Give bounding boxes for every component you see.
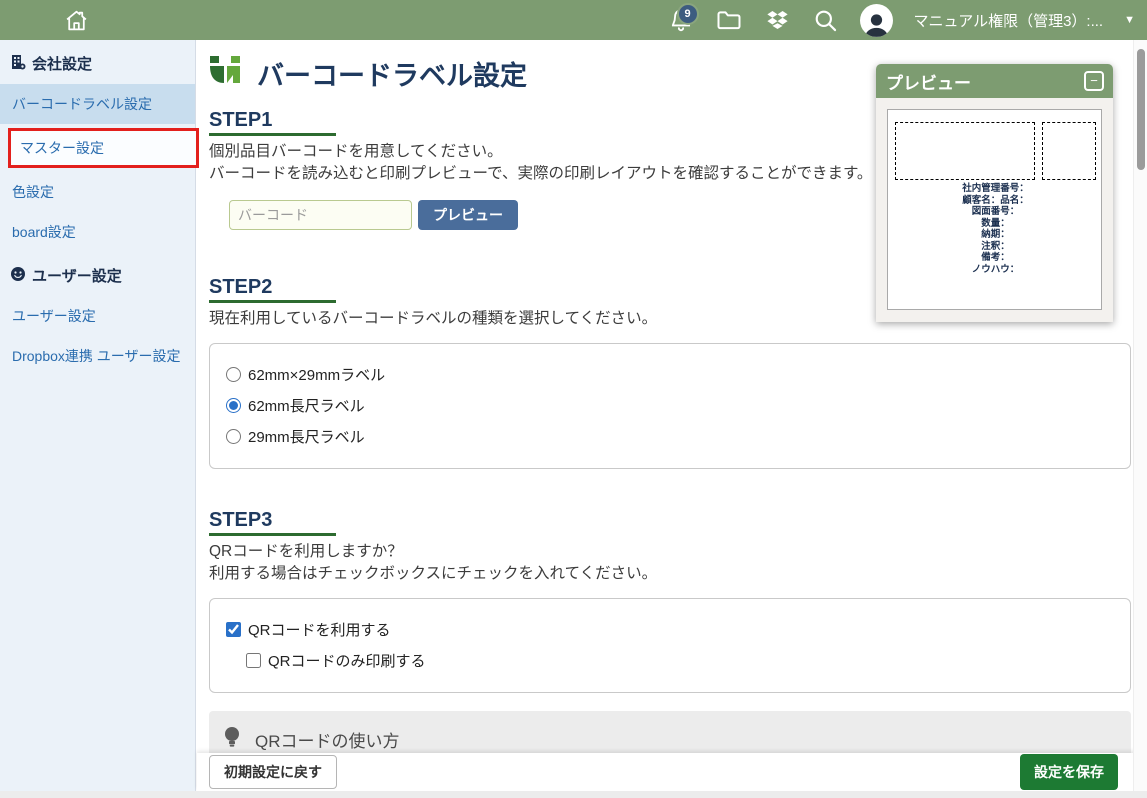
folder-icon[interactable] — [715, 6, 743, 34]
home-icon[interactable] — [64, 8, 89, 33]
label-field: 図面番号： — [895, 206, 1096, 218]
step1-heading: STEP1 — [209, 109, 336, 136]
chevron-down-icon[interactable]: ▼ — [1124, 14, 1135, 26]
radio-62x29mm-label[interactable] — [226, 367, 241, 382]
building-icon — [10, 54, 26, 74]
radio-row-62x29: 62mm×29mmラベル — [226, 359, 1114, 390]
qr-placeholder-box — [1042, 122, 1096, 180]
dropbox-icon[interactable] — [764, 7, 791, 34]
page-title: バーコードラベル設定 — [257, 54, 527, 93]
label-field: 備考： — [895, 252, 1096, 264]
sidebar: 会社設定 バーコードラベル設定 マスター設定 色設定 board設定 ユーザー設… — [0, 40, 196, 798]
checkbox-qr-only-print[interactable] — [246, 653, 261, 668]
smiley-icon — [10, 266, 26, 286]
footer-bar: 初期設定に戻す 設定を保存 — [197, 753, 1147, 791]
label-field: ノウハウ： — [895, 264, 1096, 276]
preview-button[interactable]: プレビュー — [418, 200, 518, 230]
notifications-bell-icon[interactable]: 9 — [668, 7, 694, 33]
lightbulb-icon — [223, 726, 241, 753]
window-bottom-strip — [0, 791, 1147, 798]
qr-help-label: QRコードの使い方 — [255, 727, 400, 752]
sidebar-item-dropbox-user-settings[interactable]: Dropbox連携 ユーザー設定 — [0, 336, 195, 376]
qr-option-group: QRコードを利用する QRコードのみ印刷する — [209, 598, 1131, 693]
label-field: 数量： — [895, 218, 1096, 230]
sidebar-section-company-label: 会社設定 — [32, 53, 92, 74]
label-field: 社内管理番号： — [895, 183, 1096, 195]
save-settings-button[interactable]: 設定を保存 — [1020, 754, 1118, 790]
sidebar-item-color-settings[interactable]: 色設定 — [0, 172, 195, 212]
radio-62x29mm-label-text[interactable]: 62mm×29mmラベル — [248, 364, 385, 385]
sidebar-section-company: 会社設定 — [0, 40, 195, 84]
topbar-right: 9 マニュアル権限（管理3）:... ▼ — [668, 4, 1147, 37]
step3-desc-1: QRコードを利用しますか？ — [209, 542, 1131, 562]
radio-row-62long: 62mm長尺ラベル — [226, 390, 1114, 421]
avatar[interactable] — [860, 4, 893, 37]
topbar-left — [0, 8, 89, 33]
checkbox-row-use-qr: QRコードを利用する — [226, 614, 1114, 645]
sidebar-item-master-settings[interactable]: マスター設定 — [8, 128, 199, 168]
reset-defaults-button[interactable]: 初期設定に戻す — [209, 755, 337, 789]
label-field-lines: 社内管理番号： 顧客名：品名： 図面番号： 数量： 納期： 注釈： 備考： ノウ… — [895, 183, 1096, 275]
radio-29mm-long-label-text[interactable]: 29mm長尺ラベル — [248, 426, 365, 447]
radio-62mm-long-label-text[interactable]: 62mm長尺ラベル — [248, 395, 365, 416]
radio-62mm-long-label[interactable] — [226, 398, 241, 413]
label-preview-sheet: 社内管理番号： 顧客名：品名： 図面番号： 数量： 納期： 注釈： 備考： ノウ… — [887, 109, 1102, 310]
label-field: 納期： — [895, 229, 1096, 241]
scrollbar-thumb[interactable] — [1137, 49, 1145, 170]
checkbox-use-qr-label[interactable]: QRコードを利用する — [248, 619, 391, 640]
scrollbar-track[interactable] — [1133, 40, 1147, 791]
step3-section: STEP3 QRコードを利用しますか？ 利用する場合はチェックボックスにチェック… — [209, 509, 1131, 693]
app-logo-icon — [209, 55, 247, 93]
radio-row-29long: 29mm長尺ラベル — [226, 421, 1114, 452]
step3-heading: STEP3 — [209, 509, 336, 536]
preview-panel-header: プレビュー − — [876, 64, 1113, 98]
step3-desc-2: 利用する場合はチェックボックスにチェックを入れてください。 — [209, 564, 1131, 584]
preview-panel-title: プレビュー — [886, 69, 971, 94]
sidebar-section-user-label: ユーザー設定 — [32, 265, 122, 286]
checkbox-use-qr[interactable] — [226, 622, 241, 637]
label-preview-placeholders — [895, 122, 1096, 180]
checkbox-row-qr-only: QRコードのみ印刷する — [246, 645, 1114, 676]
notification-badge: 9 — [677, 3, 699, 25]
barcode-placeholder-box — [895, 122, 1035, 180]
sidebar-section-user: ユーザー設定 — [0, 252, 195, 296]
radio-29mm-long-label[interactable] — [226, 429, 241, 444]
label-field: 注釈： — [895, 241, 1096, 253]
preview-panel-body: 社内管理番号： 顧客名：品名： 図面番号： 数量： 納期： 注釈： 備考： ノウ… — [876, 98, 1113, 322]
sidebar-item-user-settings[interactable]: ユーザー設定 — [0, 296, 195, 336]
minimize-icon[interactable]: − — [1084, 71, 1104, 91]
checkbox-qr-only-print-label[interactable]: QRコードのみ印刷する — [268, 650, 426, 671]
label-field: 顧客名：品名： — [895, 195, 1096, 207]
barcode-input[interactable] — [229, 200, 412, 230]
sidebar-item-board-settings[interactable]: board設定 — [0, 212, 195, 252]
menu-icon[interactable] — [16, 13, 40, 27]
account-menu-label[interactable]: マニュアル権限（管理3）:... — [914, 10, 1104, 31]
step2-heading: STEP2 — [209, 276, 336, 303]
preview-panel: プレビュー − 社内管理番号： 顧客名：品名： 図面番号： 数量： 納期： 注釈… — [876, 64, 1113, 322]
label-type-group: 62mm×29mmラベル 62mm長尺ラベル 29mm長尺ラベル — [209, 343, 1131, 469]
search-icon[interactable] — [812, 7, 839, 34]
sidebar-item-barcode-label-settings[interactable]: バーコードラベル設定 — [0, 84, 195, 124]
topbar: 9 マニュアル権限（管理3）:... ▼ — [0, 0, 1147, 40]
